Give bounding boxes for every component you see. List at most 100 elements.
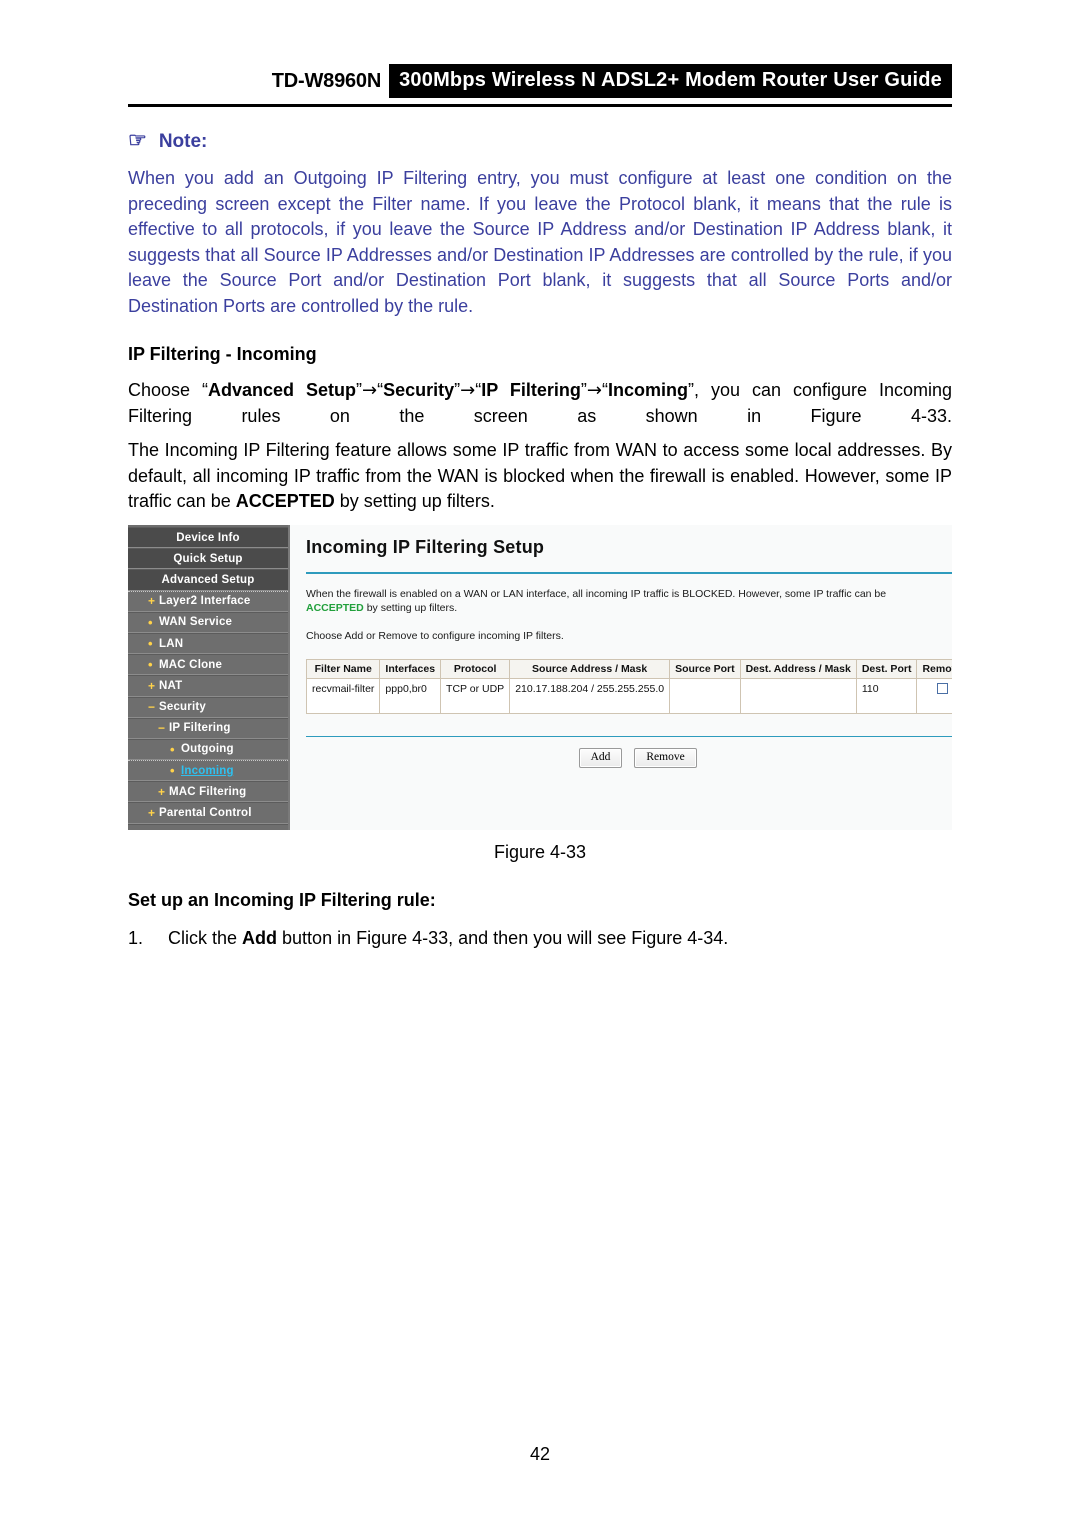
expand-plus-icon: + [158,784,166,799]
pointing-hand-icon: ☞ [128,129,147,152]
path-arrow-2: → [586,380,602,401]
figure-caption: Figure 4-33 [493,842,587,862]
sidebar-item-label: Incoming [181,764,234,777]
sidebar-item-nat[interactable]: + NAT [128,675,288,697]
step-add-keyword: Add [242,928,278,948]
sidebar-item-label: Device Info [176,531,240,544]
bullet-icon: • [148,657,153,673]
button-divider [306,736,952,737]
expand-plus-icon: + [148,806,156,821]
collapse-minus-icon: − [158,721,166,736]
panel-title-divider [306,572,952,574]
sidebar-item-label: Layer2 Interface [159,595,251,608]
sidebar-item-label: LAN [159,637,184,650]
feature-paragraph: The Incoming IP Filtering feature allows… [128,438,952,515]
step-text-part1: Click the [168,928,243,948]
sidebar-item-label: IP Filtering [169,722,231,735]
expand-plus-icon: + [148,678,156,693]
feature-text-part2: by setting up filters. [334,491,495,511]
sidebar-item-parental-control[interactable]: + Parental Control [128,802,288,824]
note-label: Note: [158,131,208,152]
panel-title: Incoming IP Filtering Setup [306,537,545,557]
col-filter-name: Filter Name [305,659,381,679]
path-step-security: Security [383,380,455,400]
col-source-port: Source Port [669,659,741,679]
cell-dest-address-mask [739,678,857,714]
sidebar-item-quick-setup[interactable]: Quick Setup [128,548,288,570]
panel-intro-text: When the firewall is enabled on a WAN or… [306,587,906,615]
bullet-icon: • [148,636,153,652]
step-number: 1. [128,928,144,948]
sidebar-item-layer2-interface[interactable]: + Layer2 Interface [128,590,288,612]
col-protocol: Protocol [440,659,511,679]
sidebar-item-lan[interactable]: • LAN [128,632,288,655]
step-text-part2: button in Figure 4-33, and then you will… [277,928,729,948]
header-title-banner: 300Mbps Wireless N ADSL2+ Modem Router U… [389,64,952,98]
cell-source-address-mask: 210.17.188.204 / 255.255.255.0 [509,678,671,714]
sidebar-item-mac-filtering[interactable]: + MAC Filtering [128,781,288,803]
setup-rule-heading: Set up an Incoming IP Filtering rule: [128,890,436,910]
col-source-address-mask: Source Address / Mask [509,659,671,679]
expand-plus-icon: + [148,594,156,609]
cell-dest-port: 110 [855,678,918,714]
sidebar-item-label: NAT [159,679,183,692]
remove-button[interactable]: Remove [634,748,697,768]
cell-remove [916,678,952,714]
document-page: TD-W8960N 300Mbps Wireless N ADSL2+ Mode… [0,0,1080,1527]
table-row: recvmail-filter ppp0,br0 TCP or UDP 210.… [305,678,952,714]
step-item-1: 1. Click the Add button in Figure 4-33, … [128,926,952,952]
sidebar-item-label: Security [159,701,206,714]
sidebar-item-label: MAC Clone [159,658,223,671]
router-ui-screenshot: Device Info Quick Setup Advanced Setup +… [128,525,952,830]
sidebar-item-label: Outgoing [181,743,234,756]
panel-intro-part2: by setting up filters. [366,602,458,614]
bullet-icon: • [148,614,153,630]
sidebar-item-wan-service[interactable]: • WAN Service [128,611,288,633]
sidebar-item-clipped[interactable] [128,823,288,830]
ip-filter-table: Filter Name Interfaces Protocol Source A… [305,659,952,714]
col-dest-port: Dest. Port [855,659,918,679]
bullet-icon: • [170,741,175,757]
path-step-advanced-setup: Advanced Setup [208,380,357,400]
panel-accepted-keyword: ACCEPTED [306,602,364,614]
sidebar-item-label: WAN Service [159,616,233,629]
sidebar-item-device-info[interactable]: Device Info [128,527,288,549]
sidebar-item-ip-filtering[interactable]: − IP Filtering [128,717,288,739]
choose-prefix: Choose [128,380,203,400]
step-text: Click the Add button in Figure 4-33, and… [168,926,728,952]
section-heading: IP Filtering - Incoming [128,344,317,364]
cell-filter-name: recvmail-filter [305,678,381,714]
router-sidebar-nav[interactable]: Device Info Quick Setup Advanced Setup +… [128,525,290,830]
collapse-minus-icon: − [148,700,156,715]
header-model-name: TD-W8960N [271,69,382,92]
path-step-incoming: Incoming [608,380,688,400]
col-dest-address-mask: Dest. Address / Mask [739,659,857,679]
remove-checkbox[interactable] [937,683,949,694]
note-body-text: When you add an Outgoing IP Filtering en… [128,168,952,316]
panel-instruction-text: Choose Add or Remove to configure incomi… [306,630,564,642]
sidebar-item-label: MAC Filtering [169,785,247,798]
note-heading: ☞ Note: [128,130,207,153]
feature-accepted-keyword: ACCEPTED [235,491,335,511]
col-interfaces: Interfaces [379,659,442,679]
cell-interfaces: ppp0,br0 [379,678,442,714]
path-arrow-0: → [362,380,378,401]
panel-button-row: Add Remove [306,748,952,768]
sidebar-item-outgoing[interactable]: • Outgoing [128,738,288,761]
panel-intro-part1: When the firewall is enabled on a WAN or… [306,588,887,600]
sidebar-item-advanced-setup[interactable]: Advanced Setup [128,569,288,591]
path-arrow-1: → [460,380,476,401]
bullet-icon: • [170,763,175,779]
header-divider [128,104,952,107]
sidebar-item-mac-clone[interactable]: • MAC Clone [128,654,288,676]
router-main-panel: Incoming IP Filtering Setup When the fir… [290,525,952,830]
sidebar-item-label: Parental Control [159,807,252,820]
table-header-row: Filter Name Interfaces Protocol Source A… [305,659,952,679]
add-button[interactable]: Add [578,748,623,768]
col-remove: Remove [916,659,952,679]
sidebar-item-incoming[interactable]: • Incoming [128,760,288,782]
path-step-ip-filtering: IP Filtering [481,380,581,400]
choose-path-paragraph: Choose “Advanced Setup”→“Security”→“IP F… [128,378,952,429]
sidebar-item-security[interactable]: − Security [128,696,288,718]
sidebar-item-label: Advanced Setup [161,573,255,586]
